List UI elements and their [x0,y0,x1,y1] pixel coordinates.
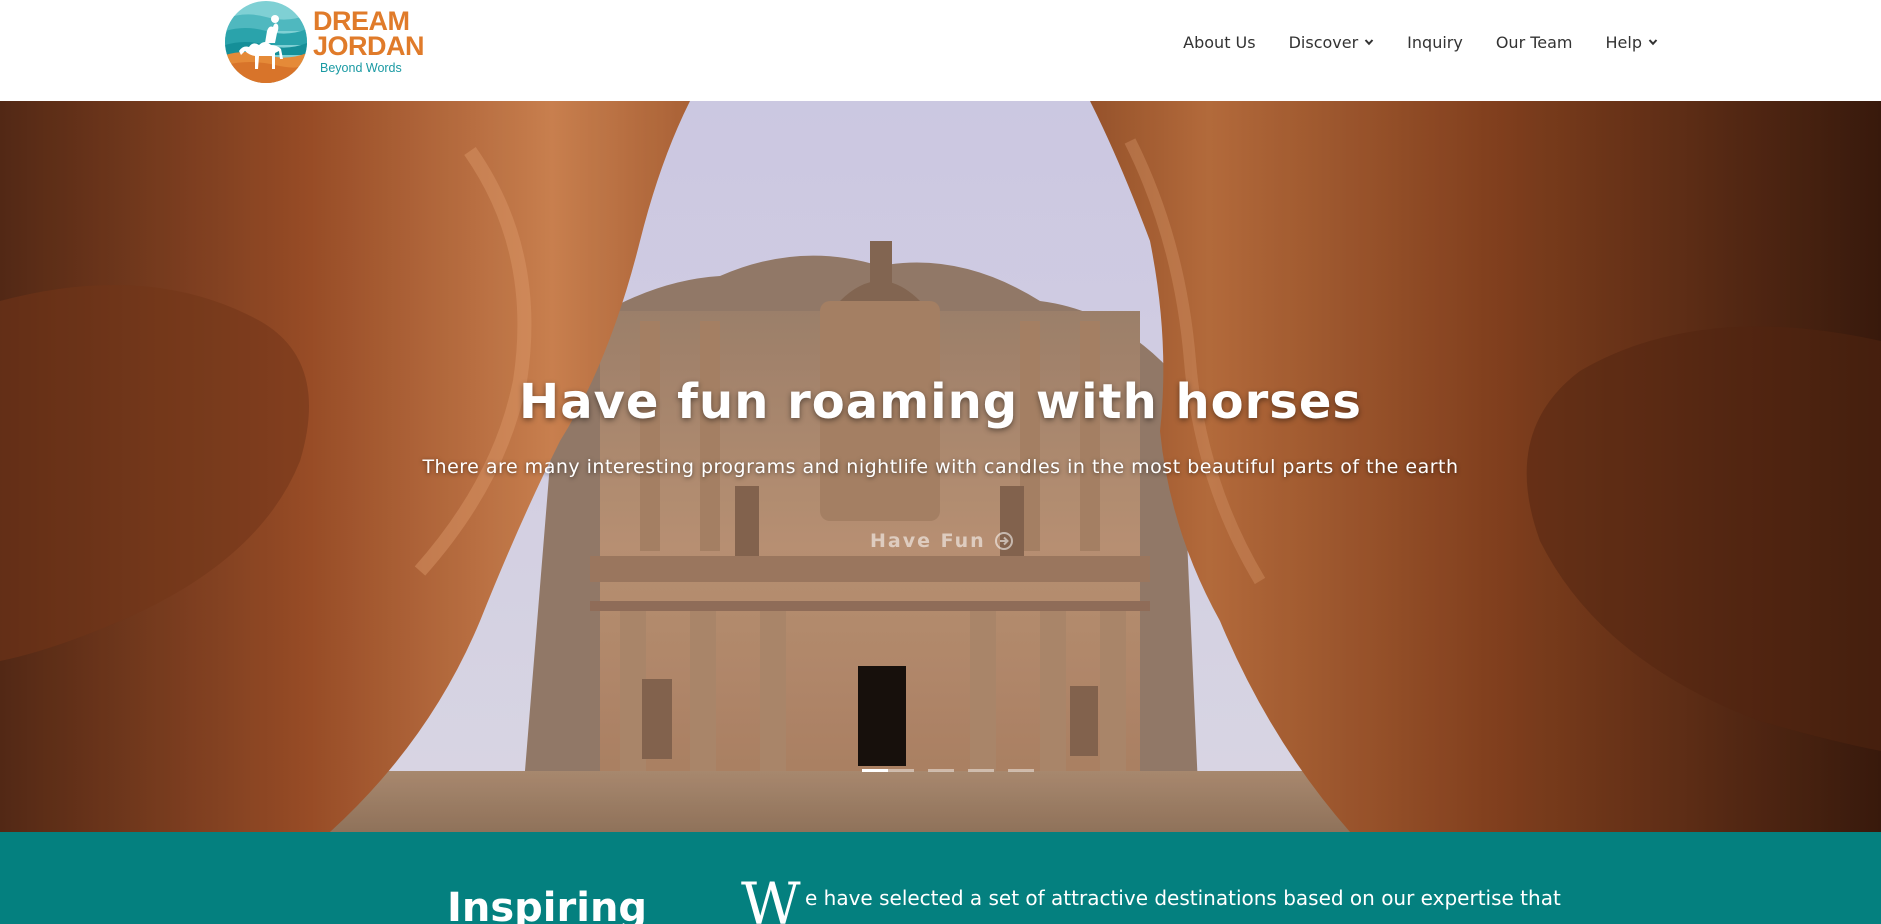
nav-item-label: About Us [1183,32,1256,52]
site-logo[interactable]: DREAM JORDAN Beyond Words [225,1,425,83]
nav-item-inquiry[interactable]: Inquiry [1407,33,1463,52]
logo-text-jordan: JORDAN [313,31,425,61]
chevron-down-icon [1648,39,1658,46]
intro-dropcap: W [741,870,801,924]
slider-dot-4[interactable] [1008,769,1034,772]
slider-dot-1[interactable] [862,769,914,772]
main-nav: About Us Discover Inquiry Our Team Help [1183,30,1658,54]
intro-heading: Inspiring [447,885,648,924]
nav-item-help[interactable]: Help [1606,33,1658,52]
arrow-circle-right-icon [994,532,1013,550]
nav-item-our-team[interactable]: Our Team [1496,33,1573,52]
nav-item-about-us[interactable]: About Us [1183,33,1255,52]
site-header: DREAM JORDAN Beyond Words About Us Disco… [0,0,1881,101]
have-fun-button[interactable]: Have Fun [870,526,1014,556]
nav-item-discover[interactable]: Discover [1289,33,1375,52]
intro-text: e have selected a set of attractive dest… [805,886,1561,910]
slider-dot-2[interactable] [928,769,954,772]
slider-dot-3[interactable] [968,769,994,772]
hero-slider: Have fun roaming with horses There are m… [0,101,1881,832]
chevron-down-icon [1364,39,1374,46]
intro-section: Inspiring W e have selected a set of att… [0,832,1881,924]
nav-item-label: Inquiry [1407,32,1463,52]
have-fun-button-label: Have Fun [870,530,986,552]
logo-tagline: Beyond Words [320,61,402,75]
nav-item-label: Help [1605,32,1642,52]
nav-item-label: Our Team [1495,32,1573,52]
hero-title: Have fun roaming with horses [519,374,1362,430]
slider-pagination [862,769,1048,772]
hero-subtitle: There are many interesting programs and … [422,456,1459,478]
nav-item-label: Discover [1288,32,1359,52]
camel-rider-icon [225,1,307,83]
